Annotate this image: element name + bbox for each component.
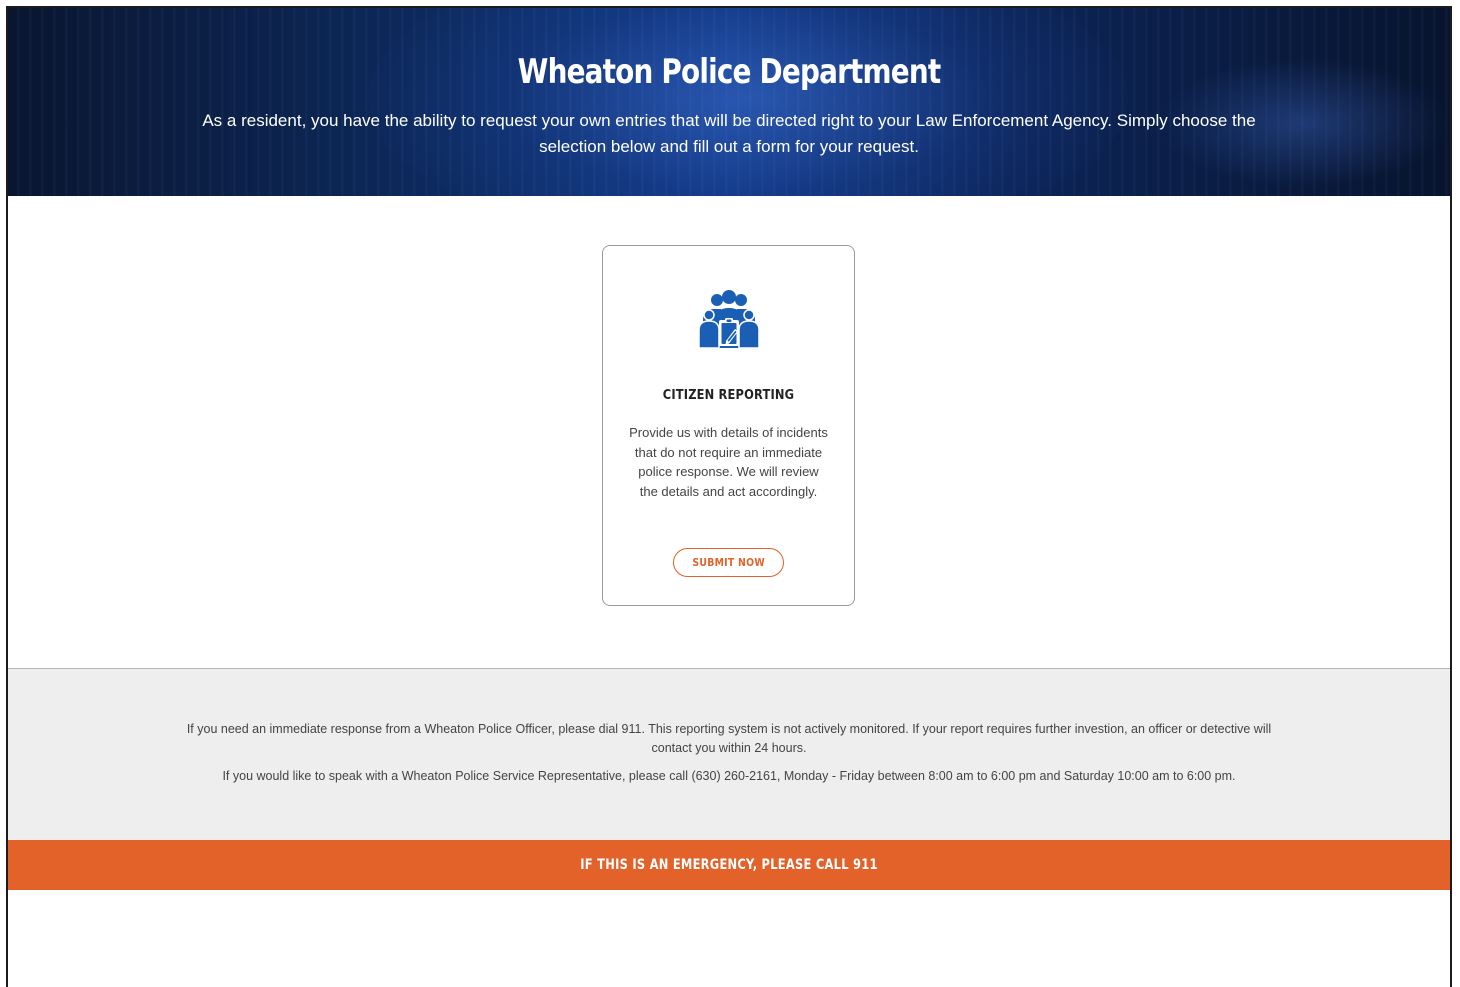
info-paragraph-contact: If you would like to speak with a Wheato… bbox=[222, 769, 1236, 783]
submit-now-button-label: SUBMIT NOW bbox=[692, 556, 765, 569]
card-description: Provide us with details of incidents tha… bbox=[629, 425, 828, 499]
page-frame: Wheaton Police Department As a resident,… bbox=[6, 6, 1452, 987]
submit-now-button[interactable]: SUBMIT NOW bbox=[673, 548, 784, 577]
card-title: CITIZEN REPORTING bbox=[662, 388, 795, 403]
hero-banner: Wheaton Police Department As a resident,… bbox=[8, 8, 1450, 196]
page-subtitle: As a resident, you have the ability to r… bbox=[202, 111, 1256, 156]
info-paragraph-emergency: If you need an immediate response from a… bbox=[186, 722, 1272, 755]
emergency-banner-text: IF THIS IS AN EMERGENCY, PLEASE CALL 911 bbox=[580, 857, 878, 873]
emergency-banner: IF THIS IS AN EMERGENCY, PLEASE CALL 911 bbox=[8, 840, 1450, 890]
info-section: If you need an immediate response from a… bbox=[8, 668, 1450, 840]
group-report-icon bbox=[698, 290, 760, 349]
page-title: Wheaton Police Department bbox=[517, 52, 942, 92]
citizen-reporting-card[interactable]: CITIZEN REPORTING Provide us with detail… bbox=[602, 245, 855, 606]
